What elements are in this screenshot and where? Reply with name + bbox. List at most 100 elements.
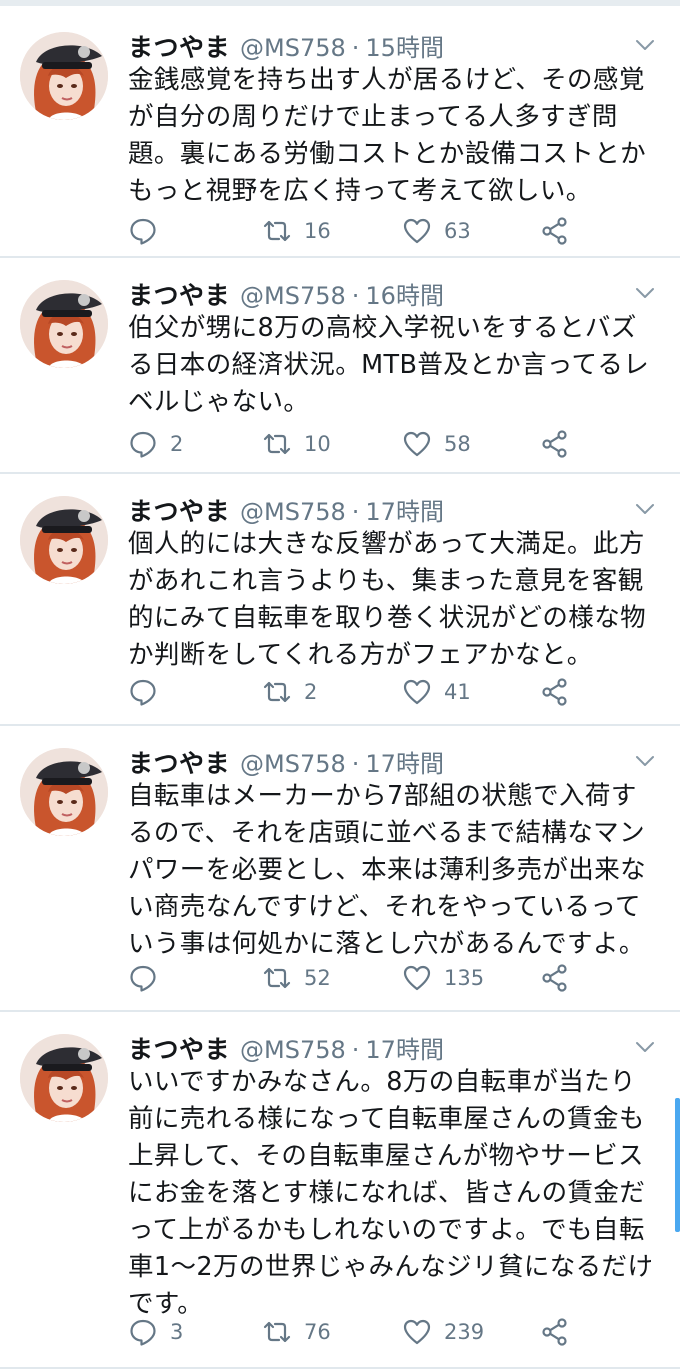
user-handle[interactable]: @MS758 xyxy=(240,498,346,526)
like-button[interactable]: 135 xyxy=(402,960,484,996)
retweet-count: 10 xyxy=(304,432,331,456)
tweet-text-line: 上昇して、その自転車屋さんが物やサービス xyxy=(128,1141,644,1171)
tweet-text-line: ベルじゃない。 xyxy=(128,387,310,417)
tweet-text-line: る日本の経済状況。MTB普及とか言ってるレ xyxy=(128,350,650,380)
timestamp[interactable]: 16時間 xyxy=(365,276,444,311)
tweet-text-line: もっと視野を広く持って考えて欲しい。 xyxy=(128,176,592,206)
reply-icon xyxy=(130,1319,156,1346)
retweet-icon xyxy=(263,433,291,455)
tweet-text-line: 金銭感覚を持ち出す人が居るけど、その感覚 xyxy=(128,65,645,95)
tweet-header: まつやま @MS758 · 16時間 xyxy=(128,276,620,310)
tweet-text-line: 前に売れる様になって自転車屋さんの賃金も xyxy=(128,1104,645,1134)
tweet-text-line: るので、それを店頭に並べるまで結構なマン xyxy=(128,818,645,848)
like-button[interactable]: 63 xyxy=(402,213,471,249)
separator-dot: · xyxy=(351,34,360,62)
tweet-text-line: い商売なんですけど、それをやっているって xyxy=(128,892,641,922)
avatar-photo xyxy=(20,748,108,836)
reply-button[interactable]: 3 xyxy=(128,1314,183,1350)
tweet-text: 自転車はメーカーから7部組の状態で入荷す るので、それを店頭に並べるまで結構なマン… xyxy=(128,778,668,963)
share-button[interactable] xyxy=(540,1314,570,1350)
tweet[interactable]: まつやま @MS758 · 17時間 いいですかみなさん。8万の自転車が当たり前… xyxy=(0,1012,680,1369)
share-icon xyxy=(542,217,567,245)
tweet-text-line: が自分の周りだけで止まってる人多すぎ問 xyxy=(128,102,618,132)
separator-dot: · xyxy=(351,750,360,778)
timestamp[interactable]: 17時間 xyxy=(365,492,444,527)
chevron-down-icon[interactable] xyxy=(634,34,656,56)
like-count: 63 xyxy=(444,219,471,243)
retweet-count: 2 xyxy=(304,680,318,704)
share-button[interactable] xyxy=(540,213,570,249)
tweet[interactable]: まつやま @MS758 · 15時間 金銭感覚を持ち出す人が居るけど、その感覚が… xyxy=(0,6,680,258)
user-handle[interactable]: @MS758 xyxy=(240,1036,346,1064)
share-icon xyxy=(542,678,567,706)
like-button[interactable]: 58 xyxy=(402,426,471,462)
reply-icon xyxy=(130,965,156,992)
separator-dot: · xyxy=(351,498,360,526)
retweet-count: 52 xyxy=(304,966,331,990)
share-button[interactable] xyxy=(540,426,570,462)
reply-button[interactable] xyxy=(128,674,170,710)
chevron-down-icon[interactable] xyxy=(634,498,656,520)
heart-icon xyxy=(403,1319,431,1345)
like-button[interactable]: 41 xyxy=(402,674,471,710)
tweet[interactable]: まつやま @MS758 · 16時間 伯父が甥に8万の高校入学祝いをするとバズる… xyxy=(0,258,680,474)
like-count: 41 xyxy=(444,680,471,704)
chevron-down-icon[interactable] xyxy=(634,1036,656,1058)
share-icon xyxy=(542,964,567,992)
tweet-text-line: にお金を落とす様になれば、皆さんの賃金だ xyxy=(128,1178,646,1208)
tweet-text-line: か判断をしてくれる方がフェアかなと。 xyxy=(128,640,593,670)
share-button[interactable] xyxy=(540,960,570,996)
like-count: 58 xyxy=(444,432,471,456)
display-name[interactable]: まつやま xyxy=(128,744,230,780)
tweet[interactable]: まつやま @MS758 · 17時間 個人的には大きな反響があって大満足。此方が… xyxy=(0,474,680,726)
avatar[interactable] xyxy=(20,32,108,120)
timestamp[interactable]: 17時間 xyxy=(365,1030,444,1065)
reply-button[interactable] xyxy=(128,960,170,996)
chevron-down-icon[interactable] xyxy=(634,282,656,304)
like-button[interactable]: 239 xyxy=(402,1314,484,1350)
reply-button[interactable]: 2 xyxy=(128,426,183,462)
tweet-text-line: 自転車はメーカーから7部組の状態で入荷す xyxy=(128,781,637,811)
reply-count: 3 xyxy=(170,1320,184,1344)
retweet-button[interactable]: 16 xyxy=(262,213,331,249)
retweet-button[interactable]: 52 xyxy=(262,960,331,996)
action-bar: 2 10 58 xyxy=(128,426,588,462)
scroll-indicator[interactable] xyxy=(675,1098,680,1232)
display-name[interactable]: まつやま xyxy=(128,28,230,64)
action-bar: 2 41 xyxy=(128,674,588,710)
tweet-text-line: パワーを必要とし、本来は薄利多売が出来な xyxy=(128,855,647,885)
tweet-text-line: いう事は何処かに落とし穴があるんですよ。 xyxy=(128,929,645,959)
tweet-text: いいですかみなさん。8万の自転車が当たり 前に売れる様になって自転車屋さんの賃金も… xyxy=(128,1064,668,1323)
avatar[interactable] xyxy=(20,496,108,584)
timestamp[interactable]: 17時間 xyxy=(365,744,444,779)
user-handle[interactable]: @MS758 xyxy=(240,282,346,310)
timestamp[interactable]: 15時間 xyxy=(365,28,444,63)
tweet-text: 金銭感覚を持ち出す人が居るけど、その感覚 が自分の周りだけで止まってる人多すぎ問題… xyxy=(128,62,668,210)
tweet-text-line: 題。裏にある労働コストとか設備コストとか xyxy=(128,139,647,169)
display-name[interactable]: まつやま xyxy=(128,276,230,312)
avatar-photo xyxy=(20,280,108,368)
tweet-text-line: って上がるかもしれないのですよ。でも自転 xyxy=(128,1215,645,1245)
display-name[interactable]: まつやま xyxy=(128,1030,230,1066)
avatar[interactable] xyxy=(20,748,108,836)
user-handle[interactable]: @MS758 xyxy=(240,750,346,778)
separator-dot: · xyxy=(351,1036,360,1064)
reply-count: 2 xyxy=(170,432,184,456)
retweet-button[interactable]: 2 xyxy=(262,674,317,710)
avatar[interactable] xyxy=(20,1034,108,1122)
heart-icon xyxy=(403,431,431,457)
user-handle[interactable]: @MS758 xyxy=(240,34,346,62)
retweet-icon xyxy=(263,967,291,989)
retweet-button[interactable]: 76 xyxy=(262,1314,331,1350)
tweet-text: 個人的には大きな反響があって大満足。此方 があれこれ言うよりも、集まった意見を客観… xyxy=(128,526,668,674)
tweet[interactable]: まつやま @MS758 · 17時間 自転車はメーカーから7部組の状態で入荷する… xyxy=(0,726,680,1012)
display-name[interactable]: まつやま xyxy=(128,492,230,528)
action-bar: 52 135 xyxy=(128,960,588,996)
avatar[interactable] xyxy=(20,280,108,368)
chevron-down-icon[interactable] xyxy=(634,750,656,772)
reply-icon xyxy=(130,679,156,706)
reply-button[interactable] xyxy=(128,213,170,249)
retweet-button[interactable]: 10 xyxy=(262,426,331,462)
share-button[interactable] xyxy=(540,674,570,710)
tweet-text-line: いいですかみなさん。8万の自転車が当たり xyxy=(128,1067,636,1097)
